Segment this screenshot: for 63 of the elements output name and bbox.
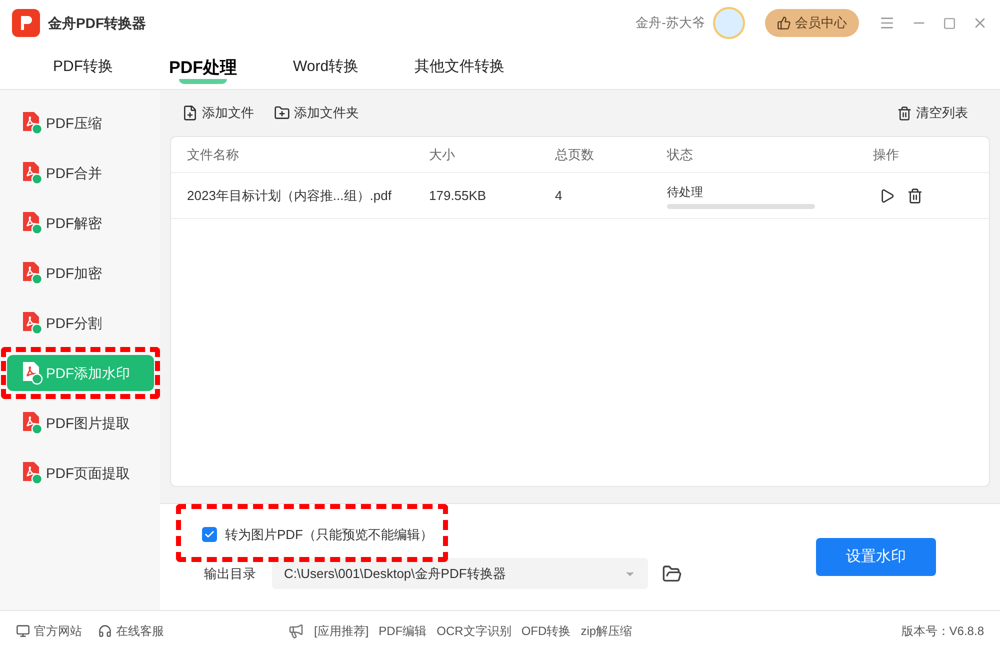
promo-link[interactable]: [应用推荐] bbox=[314, 622, 369, 640]
avatar-icon[interactable] bbox=[713, 7, 745, 39]
add-folder-button[interactable]: 添加文件夹 bbox=[274, 103, 359, 123]
delete-icon[interactable] bbox=[907, 188, 923, 204]
website-link[interactable]: 官方网站 bbox=[34, 622, 82, 640]
app-logo-icon bbox=[12, 9, 40, 37]
monitor-icon bbox=[16, 624, 30, 638]
page-count-cell-text: 4 bbox=[555, 186, 564, 205]
clear-list-button[interactable]: 清空列表 bbox=[897, 103, 968, 123]
headset-icon bbox=[98, 624, 112, 638]
promo-link[interactable]: OFD转换 bbox=[521, 622, 571, 640]
user-name: 金舟-苏大爷 bbox=[636, 14, 705, 32]
sidebar-item[interactable]: PDF解密 bbox=[7, 205, 154, 241]
column-header: 总页数 bbox=[555, 146, 595, 164]
app-title: 金舟PDF转换器 bbox=[48, 14, 146, 32]
menu-icon[interactable] bbox=[879, 15, 895, 31]
column-header: 状态 bbox=[667, 146, 694, 164]
add-file-button[interactable]: 添加文件 bbox=[182, 103, 254, 123]
support-link[interactable]: 在线客服 bbox=[116, 622, 164, 640]
tab[interactable]: PDF处理 bbox=[169, 54, 237, 80]
file-size-cell-text: 179.55KB bbox=[429, 186, 488, 205]
set-watermark-button[interactable]: 设置水印 bbox=[816, 538, 936, 576]
tab[interactable]: PDF转换 bbox=[53, 56, 113, 79]
status-text: 待处理 bbox=[667, 184, 704, 200]
pdf-file-icon bbox=[21, 411, 43, 435]
sidebar-item[interactable]: PDF图片提取 bbox=[7, 405, 154, 441]
output-path-dropdown[interactable]: C:\Users\001\Desktop\金舟PDF转换器 bbox=[272, 558, 648, 590]
sidebar-item[interactable]: PDF加密 bbox=[7, 255, 154, 291]
pdf-file-icon bbox=[21, 161, 43, 185]
thumbs-up-icon bbox=[777, 16, 791, 30]
promo-link[interactable]: PDF编辑 bbox=[378, 622, 427, 640]
maximize-icon[interactable] bbox=[943, 16, 956, 30]
version-text: 版本号：V6.8.8 bbox=[901, 622, 984, 640]
tab[interactable]: Word转换 bbox=[293, 56, 359, 79]
checkbox-label: 转为图片PDF（只能预览不能编辑） bbox=[225, 526, 433, 544]
pdf-file-icon bbox=[21, 461, 43, 485]
folder-icon[interactable] bbox=[662, 564, 682, 584]
vip-center-button[interactable]: 会员中心 bbox=[765, 9, 859, 37]
megaphone-icon bbox=[288, 622, 304, 638]
sidebar-item[interactable]: PDF合并 bbox=[7, 155, 154, 191]
check-icon bbox=[204, 529, 215, 540]
column-header: 大小 bbox=[429, 146, 456, 164]
column-header: 操作 bbox=[873, 146, 899, 164]
trash-icon bbox=[897, 106, 912, 120]
tab[interactable]: 其他文件转换 bbox=[414, 56, 505, 79]
sidebar-item[interactable]: PDF页面提取 bbox=[7, 455, 154, 491]
column-header: 文件名称 bbox=[186, 146, 240, 164]
file-name-cell-text: 2023年目标计划（内容推...组）.pdf bbox=[186, 186, 392, 205]
folder-plus-icon bbox=[274, 105, 290, 121]
pdf-file-icon bbox=[21, 111, 43, 135]
sidebar-item[interactable]: PDF压缩 bbox=[7, 105, 154, 141]
pdf-file-icon bbox=[21, 361, 43, 385]
sidebar-item[interactable]: PDF分割 bbox=[7, 305, 154, 341]
pdf-file-icon bbox=[21, 311, 43, 335]
pdf-file-icon bbox=[21, 261, 43, 285]
tab-underline-icon bbox=[179, 79, 227, 84]
pdf-file-icon bbox=[21, 211, 43, 235]
output-label: 输出目录 bbox=[203, 565, 257, 583]
checkbox[interactable] bbox=[202, 527, 217, 542]
play-icon[interactable] bbox=[879, 188, 895, 204]
file-plus-icon bbox=[182, 105, 198, 121]
promo-link[interactable]: OCR文字识别 bbox=[436, 622, 512, 640]
promo-link[interactable]: zip解压缩 bbox=[580, 622, 632, 640]
